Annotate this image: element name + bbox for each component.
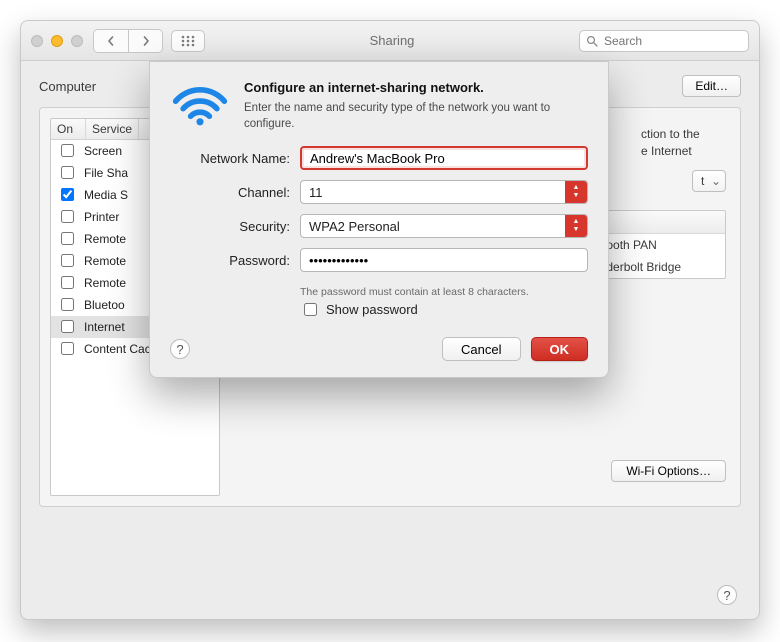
service-checkbox[interactable]: [61, 254, 74, 267]
detail-text: ction to the e Internet: [641, 126, 726, 160]
share-from-dropdown[interactable]: t ⌄: [692, 170, 726, 192]
wifi-icon: [170, 80, 230, 132]
wifi-configure-sheet: Configure an internet-sharing network. E…: [149, 61, 609, 378]
edit-computer-name-button[interactable]: Edit…: [682, 75, 741, 97]
sheet-form: Network Name: Channel: 11 Security: WPA2…: [170, 146, 588, 319]
security-dropdown[interactable]: WPA2 Personal: [300, 214, 588, 238]
ok-button[interactable]: OK: [531, 337, 589, 361]
show-password-checkbox[interactable]: [304, 303, 317, 316]
security-value: WPA2 Personal: [301, 215, 565, 237]
service-checkbox[interactable]: [61, 188, 74, 201]
network-name-label: Network Name:: [170, 151, 290, 166]
share-from-row: t ⌄: [692, 170, 726, 192]
security-label: Security:: [170, 219, 290, 234]
sheet-title: Configure an internet-sharing network.: [244, 80, 588, 95]
service-checkbox[interactable]: [61, 320, 74, 333]
nav-segment: [93, 29, 163, 53]
wifi-options-button[interactable]: Wi-Fi Options…: [611, 460, 726, 482]
service-label: Remote: [84, 276, 126, 290]
service-label: Remote: [84, 254, 126, 268]
service-checkbox[interactable]: [61, 232, 74, 245]
service-label: Media S: [84, 188, 128, 202]
share-from-value: t: [701, 174, 704, 188]
channel-label: Channel:: [170, 185, 290, 200]
search-input[interactable]: [602, 33, 760, 49]
back-button[interactable]: [94, 30, 128, 52]
channel-dropdown[interactable]: 11: [300, 180, 588, 204]
service-label: Remote: [84, 232, 126, 246]
search-icon: [586, 35, 598, 47]
minimize-window[interactable]: [51, 35, 63, 47]
service-label: Bluetoo: [84, 298, 125, 312]
service-label: File Sha: [84, 166, 128, 180]
show-password-row[interactable]: Show password: [300, 300, 588, 319]
password-hint: The password must contain at least 8 cha…: [300, 286, 588, 298]
detail-text-line2: e Internet: [641, 144, 692, 158]
show-all-button[interactable]: [171, 30, 205, 52]
password-input[interactable]: [300, 248, 588, 272]
show-password-label: Show password: [326, 302, 418, 317]
sheet-subtitle: Enter the name and security type of the …: [244, 101, 588, 132]
password-label: Password:: [170, 253, 290, 268]
col-on-header[interactable]: On: [51, 119, 86, 139]
channel-value: 11: [301, 181, 565, 203]
col-service-header[interactable]: Service: [86, 119, 139, 139]
window-title: Sharing: [205, 33, 579, 48]
cancel-button[interactable]: Cancel: [442, 337, 520, 361]
service-checkbox[interactable]: [61, 144, 74, 157]
service-checkbox[interactable]: [61, 298, 74, 311]
service-checkbox[interactable]: [61, 166, 74, 179]
sheet-help-button[interactable]: ?: [170, 339, 190, 359]
sheet-footer: ? Cancel OK: [170, 337, 588, 361]
service-label: Screen: [84, 144, 122, 158]
stepper-icon: [565, 215, 587, 237]
dropdown-arrows-icon: ⌄: [711, 174, 721, 188]
zoom-window[interactable]: [71, 35, 83, 47]
help-button[interactable]: ?: [717, 585, 737, 605]
service-label: Internet: [84, 320, 125, 334]
window-controls: [31, 35, 83, 47]
service-checkbox[interactable]: [61, 342, 74, 355]
service-label: Printer: [84, 210, 119, 224]
detail-text-line1: ction to the: [641, 127, 700, 141]
service-checkbox[interactable]: [61, 276, 74, 289]
stepper-icon: [565, 181, 587, 203]
search-field[interactable]: [579, 30, 749, 52]
close-window[interactable]: [31, 35, 43, 47]
network-name-input[interactable]: [300, 146, 588, 170]
titlebar: Sharing: [21, 21, 759, 61]
help-icon: ?: [723, 588, 730, 603]
computer-name-label: Computer: [39, 79, 96, 94]
forward-button[interactable]: [128, 30, 162, 52]
preferences-window: Sharing Computer Edit… On Service Screen…: [20, 20, 760, 620]
service-checkbox[interactable]: [61, 210, 74, 223]
help-icon: ?: [176, 342, 183, 357]
